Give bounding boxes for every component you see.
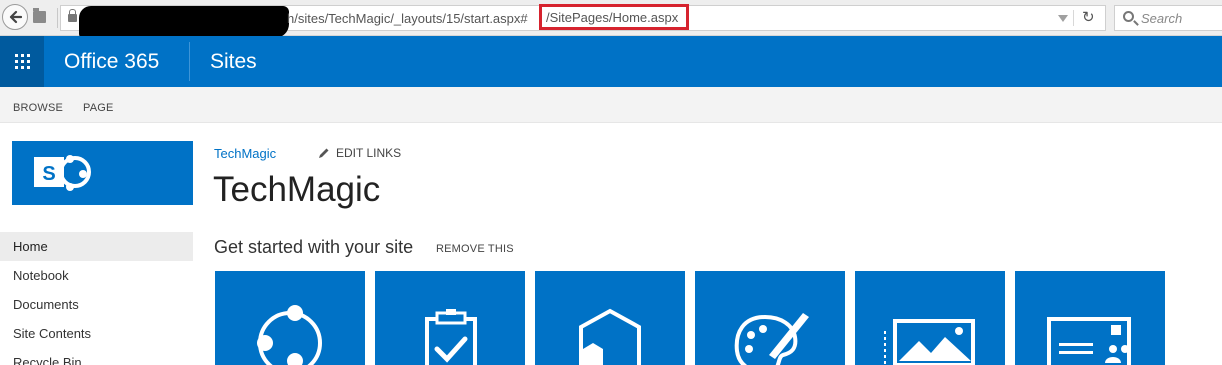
nav-item-notebook[interactable]: Notebook bbox=[0, 261, 193, 290]
page-identity-icon[interactable] bbox=[33, 8, 46, 23]
edit-links-label: EDIT LINKS bbox=[336, 146, 402, 160]
hexagon-icon bbox=[579, 308, 641, 365]
browser-toolbar: h/sites/TechMagic/_layouts/15/start.aspx… bbox=[0, 0, 1222, 38]
get-started-heading: Get started with your site bbox=[214, 237, 414, 257]
share-icon bbox=[257, 305, 322, 365]
suite-bar: Office 365 Sites bbox=[0, 36, 1222, 87]
palette-brush-icon bbox=[734, 313, 809, 365]
url-separator bbox=[1073, 10, 1074, 26]
nav-item-documents[interactable]: Documents bbox=[0, 290, 193, 319]
sharepoint-logo-icon: S bbox=[34, 155, 91, 191]
page-title: TechMagic bbox=[213, 170, 381, 209]
suite-app-title[interactable]: Sites bbox=[210, 50, 257, 74]
suite-brand-link[interactable]: Office 365 bbox=[64, 50, 159, 74]
nav-item-site-contents[interactable]: Site Contents bbox=[0, 319, 193, 348]
tile-working-on-deadline[interactable] bbox=[375, 271, 525, 365]
quick-launch-nav: Home Notebook Documents Site Contents Re… bbox=[0, 232, 193, 365]
tile-keep-email-in-context[interactable] bbox=[1015, 271, 1165, 365]
url-highlight-text: /SitePages/Home.aspx bbox=[546, 10, 679, 25]
identity-divider bbox=[49, 8, 58, 28]
contact-card-icon bbox=[1047, 317, 1131, 365]
tab-page[interactable]: PAGE bbox=[83, 102, 114, 114]
app-launcher-button[interactable] bbox=[0, 36, 44, 87]
suite-divider bbox=[189, 42, 190, 81]
reload-icon[interactable]: ↻ bbox=[1082, 8, 1095, 26]
pencil-icon bbox=[319, 148, 329, 158]
remove-this-link[interactable]: REMOVE THIS bbox=[436, 243, 514, 255]
back-arrow-icon bbox=[9, 10, 22, 24]
ribbon: BROWSE PAGE bbox=[0, 87, 1222, 123]
lock-icon bbox=[68, 9, 77, 22]
browser-search-input[interactable]: Search bbox=[1114, 5, 1222, 31]
clipboard-check-icon bbox=[425, 309, 477, 365]
tile-add-list[interactable] bbox=[535, 271, 685, 365]
search-placeholder: Search bbox=[1141, 11, 1183, 26]
search-icon bbox=[1123, 11, 1134, 22]
picture-icon bbox=[884, 319, 975, 365]
edit-links-button[interactable]: EDIT LINKS bbox=[318, 146, 401, 160]
nav-item-home[interactable]: Home bbox=[0, 232, 193, 261]
site-logo[interactable]: S bbox=[12, 141, 193, 205]
url-history-dropdown-icon[interactable] bbox=[1058, 15, 1068, 22]
tab-browse[interactable]: BROWSE bbox=[13, 102, 63, 114]
waffle-icon bbox=[14, 54, 30, 69]
svg-text:S: S bbox=[42, 163, 55, 185]
address-bar[interactable]: h/sites/TechMagic/_layouts/15/start.aspx… bbox=[60, 4, 1106, 38]
tile-your-site-your-brand[interactable] bbox=[855, 271, 1005, 365]
nav-item-recycle-bin[interactable]: Recycle Bin bbox=[0, 348, 193, 365]
breadcrumb-site-link[interactable]: TechMagic bbox=[214, 146, 276, 161]
back-button[interactable] bbox=[2, 4, 28, 30]
tile-whats-your-style[interactable] bbox=[695, 271, 845, 365]
tile-share-site[interactable] bbox=[215, 271, 365, 365]
url-highlight-box: /SitePages/Home.aspx bbox=[539, 4, 689, 30]
redacted-url-segment bbox=[79, 6, 289, 38]
url-text: h/sites/TechMagic/_layouts/15/start.aspx… bbox=[287, 11, 528, 26]
